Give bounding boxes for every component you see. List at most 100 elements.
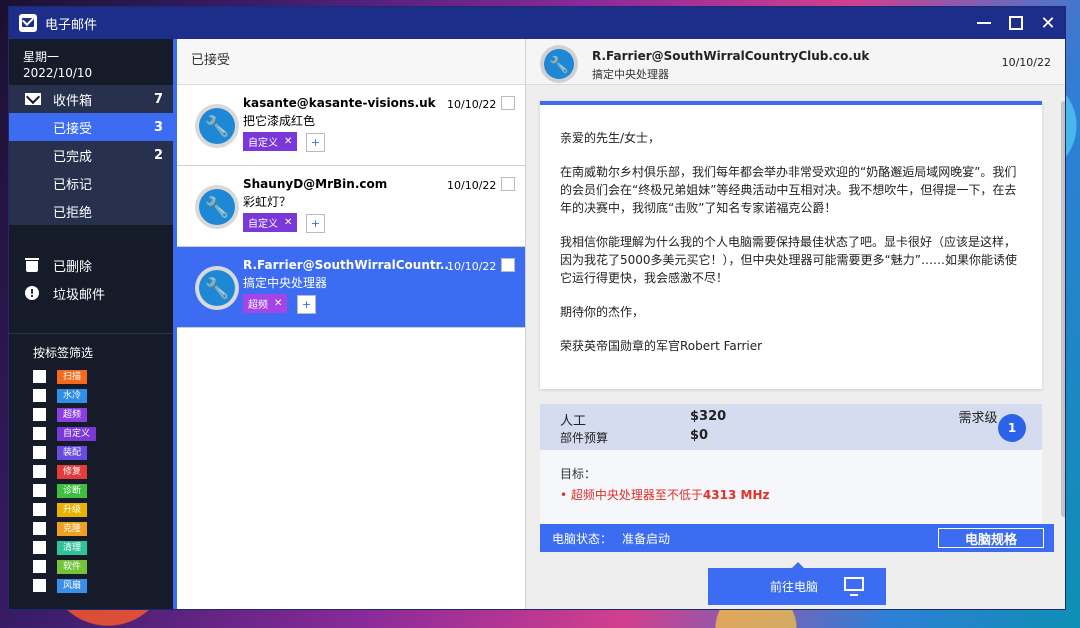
requirement-level-label: 需求级 bbox=[958, 411, 998, 426]
tag-filter-row[interactable]: 装配 bbox=[9, 443, 173, 462]
sidebar-item-deleted[interactable]: 已删除 bbox=[9, 251, 173, 279]
parts-budget-value: $0 bbox=[690, 428, 709, 443]
remove-tag-icon[interactable]: ✕ bbox=[274, 298, 282, 309]
wrench-icon: 🔧 bbox=[199, 189, 235, 225]
body-paragraph-1: 在南威勒尔乡村俱乐部，我们每年都会举办非常受欢迎的“奶酪邂逅局域网晚宴”。我们的… bbox=[560, 165, 1017, 215]
trash-icon bbox=[25, 258, 39, 272]
tag-filter-checkbox[interactable] bbox=[33, 427, 46, 440]
maximize-button[interactable] bbox=[1005, 12, 1027, 34]
message-date: 10/10/22 bbox=[447, 179, 497, 192]
avatar: 🔧 bbox=[195, 104, 239, 148]
sidebar-item-label: 已接受 bbox=[53, 121, 93, 137]
tag-filter-row[interactable]: 风扇 bbox=[9, 576, 173, 595]
wrench-icon: 🔧 bbox=[199, 270, 235, 306]
pc-specs-button[interactable]: 电脑规格 bbox=[938, 528, 1044, 548]
tag-chip: 装配 bbox=[57, 445, 88, 460]
message-item-1[interactable]: 🔧 kasante@kasante-visions.uk 把它漆成红色 10/1… bbox=[177, 85, 525, 166]
sidebar-item-inbox[interactable]: 收件箱 7 bbox=[9, 85, 173, 113]
email-window: 电子邮件 ✕ 星期一 2022/10/10 收件箱 7 已接受 3 已完成 2 … bbox=[8, 6, 1066, 610]
tag-filter-row[interactable]: 水冷 bbox=[9, 386, 173, 405]
goal-text: 超频中央处理器至不低于 bbox=[570, 488, 703, 502]
sidebar-item-spam[interactable]: ! 垃圾邮件 bbox=[9, 279, 173, 307]
sidebar-divider bbox=[9, 333, 173, 334]
message-item-3[interactable]: 🔧 R.Farrier@SouthWirralCountr... 搞定中央处理器… bbox=[177, 247, 525, 328]
tag-chip: 升级 bbox=[57, 502, 88, 517]
tag-filter-checkbox[interactable] bbox=[33, 541, 46, 554]
tag-filter-row[interactable]: 修复 bbox=[9, 462, 173, 481]
tag-filter-checkbox[interactable] bbox=[33, 465, 46, 478]
tag-chip: 修复 bbox=[57, 464, 88, 479]
message-subject: 把它漆成红色 bbox=[243, 114, 316, 128]
sidebar-item-rejected[interactable]: 已拒绝 bbox=[9, 197, 173, 225]
remove-tag-icon[interactable]: ✕ bbox=[284, 217, 292, 228]
message-date: 10/10/22 bbox=[447, 98, 497, 111]
message-tag: 自定义 ✕ bbox=[243, 213, 298, 232]
sidebar-item-label: 已完成 bbox=[53, 149, 93, 165]
parts-budget-label: 部件预算 bbox=[560, 431, 609, 445]
tag-chip: 风扇 bbox=[57, 578, 88, 593]
weekday-text: 星期一 bbox=[23, 50, 60, 64]
message-sender: ShaunyD@MrBin.com bbox=[243, 177, 388, 191]
remove-tag-icon[interactable]: ✕ bbox=[284, 136, 292, 147]
sidebar-item-count: 2 bbox=[153, 147, 163, 163]
tag-filter-checkbox[interactable] bbox=[33, 579, 46, 592]
tag-filter-row[interactable]: 自定义 bbox=[9, 424, 173, 443]
tag-label: 自定义 bbox=[248, 138, 278, 149]
scrollbar[interactable] bbox=[1061, 101, 1065, 517]
tag-filter-row[interactable]: 克隆 bbox=[9, 519, 173, 538]
message-checkbox[interactable] bbox=[501, 258, 515, 272]
message-list: 已接受 🔧 kasante@kasante-visions.uk 把它漆成红色 … bbox=[173, 39, 525, 609]
tag-filter-checkbox[interactable] bbox=[33, 389, 46, 402]
tag-filter-checkbox[interactable] bbox=[33, 484, 46, 497]
inbox-label: 收件箱 bbox=[53, 93, 93, 109]
tag-filter-checkbox[interactable] bbox=[33, 408, 46, 421]
sidebar-item-completed[interactable]: 已完成 2 bbox=[9, 141, 173, 169]
tag-filter-checkbox[interactable] bbox=[33, 503, 46, 516]
close-button[interactable]: ✕ bbox=[1037, 12, 1059, 34]
message-sender: R.Farrier@SouthWirralCountr... bbox=[243, 258, 451, 272]
tag-filter-row[interactable]: 清理 bbox=[9, 538, 173, 557]
minimize-button[interactable] bbox=[973, 12, 995, 34]
tag-label: 超频 bbox=[248, 300, 268, 311]
tag-filter-checkbox[interactable] bbox=[33, 370, 46, 383]
message-checkbox[interactable] bbox=[501, 177, 515, 191]
close-icon: ✕ bbox=[1040, 12, 1056, 34]
tag-filter-row[interactable]: 超频 bbox=[9, 405, 173, 424]
budget-panel: 人工 $320 部件预算 $0 需求级 1 bbox=[540, 404, 1042, 450]
tag-filter-checkbox[interactable] bbox=[33, 446, 46, 459]
goal-item: • 超频中央处理器至不低于4313 MHz bbox=[560, 488, 770, 502]
message-item-2[interactable]: 🔧 ShaunyD@MrBin.com 彩虹灯？ 10/10/22 自定义 ✕ … bbox=[177, 166, 525, 247]
go-to-pc-button[interactable]: 前往电脑 bbox=[708, 562, 886, 605]
sidebar-item-flagged[interactable]: 已标记 bbox=[9, 169, 173, 197]
tag-chip: 克隆 bbox=[57, 521, 88, 536]
tag-label: 自定义 bbox=[248, 219, 278, 230]
date-text: 2022/10/10 bbox=[23, 66, 93, 80]
pc-status-label: 电脑状态： bbox=[552, 531, 613, 546]
window-title: 电子邮件 bbox=[45, 17, 98, 33]
message-tag: 自定义 ✕ bbox=[243, 132, 298, 151]
monitor-icon bbox=[844, 577, 864, 596]
goals-title: 目标： bbox=[560, 467, 597, 481]
tag-filter-row[interactable]: 软件 bbox=[9, 557, 173, 576]
tag-filter-list: 扫描 水冷 超频 自定义装配修复诊断升级克隆清理软件风扇 bbox=[9, 367, 173, 595]
add-tag-button[interactable]: + bbox=[297, 295, 316, 314]
maximize-icon bbox=[1009, 16, 1023, 30]
tag-chip: 清理 bbox=[57, 540, 88, 555]
tag-filter-row[interactable]: 扫描 bbox=[9, 367, 173, 386]
tag-filter-row[interactable]: 升级 bbox=[9, 500, 173, 519]
tag-filter-row[interactable]: 诊断 bbox=[9, 481, 173, 500]
window-controls: ✕ bbox=[973, 7, 1059, 39]
add-tag-button[interactable]: + bbox=[306, 133, 325, 152]
tag-filter-checkbox[interactable] bbox=[33, 560, 46, 573]
message-detail: 🔧 R.Farrier@SouthWirralCountryClub.co.uk… bbox=[525, 39, 1065, 609]
tag-filter-checkbox[interactable] bbox=[33, 522, 46, 535]
tag-chip: 诊断 bbox=[57, 483, 88, 498]
tag-chip: 软件 bbox=[57, 559, 88, 574]
email-body: 亲爱的先生/女士， 在南威勒尔乡村俱乐部，我们每年都会举办非常受欢迎的“奶酪邂逅… bbox=[540, 101, 1042, 389]
sidebar-item-accepted[interactable]: 已接受 3 bbox=[9, 113, 173, 141]
tag-filter-title: 按标签筛选 bbox=[33, 346, 94, 360]
labor-value: $320 bbox=[690, 409, 727, 424]
add-tag-button[interactable]: + bbox=[306, 214, 325, 233]
message-checkbox[interactable] bbox=[501, 96, 515, 110]
message-date: 10/10/22 bbox=[447, 260, 497, 273]
